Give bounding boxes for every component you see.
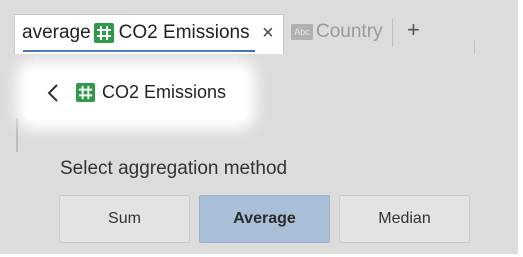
close-icon[interactable]: × xyxy=(262,23,274,43)
tab-underline xyxy=(23,50,255,52)
chevron-left-icon[interactable] xyxy=(46,83,60,103)
measure-icon xyxy=(76,83,95,102)
back-row[interactable]: CO2 Emissions xyxy=(46,82,226,103)
tab-active-content: average CO2 Emissions xyxy=(22,22,250,44)
tab-divider xyxy=(392,19,393,47)
sum-button[interactable]: Sum xyxy=(59,195,190,243)
average-button[interactable]: Average xyxy=(199,195,330,243)
screenshot-frame: average CO2 Emissions × Abc Country + CO… xyxy=(0,0,523,257)
add-tab-icon[interactable]: + xyxy=(407,19,420,41)
tab-country-field[interactable]: Abc Country xyxy=(291,21,383,43)
tab-aggregation-text: average xyxy=(22,22,91,43)
divider-line xyxy=(474,40,475,54)
panel-field-name: CO2 Emissions xyxy=(102,82,227,102)
aggregation-prompt: Select aggregation method xyxy=(60,158,288,179)
measure-icon xyxy=(93,23,114,43)
panel-edge-marker xyxy=(16,118,18,152)
tab-field-name: CO2 Emissions xyxy=(118,22,250,43)
median-button[interactable]: Median xyxy=(339,195,470,243)
tab-active-field[interactable]: average CO2 Emissions × xyxy=(14,14,284,54)
tab-country-label: Country xyxy=(316,21,383,42)
dimension-abc-icon: Abc xyxy=(291,24,313,40)
